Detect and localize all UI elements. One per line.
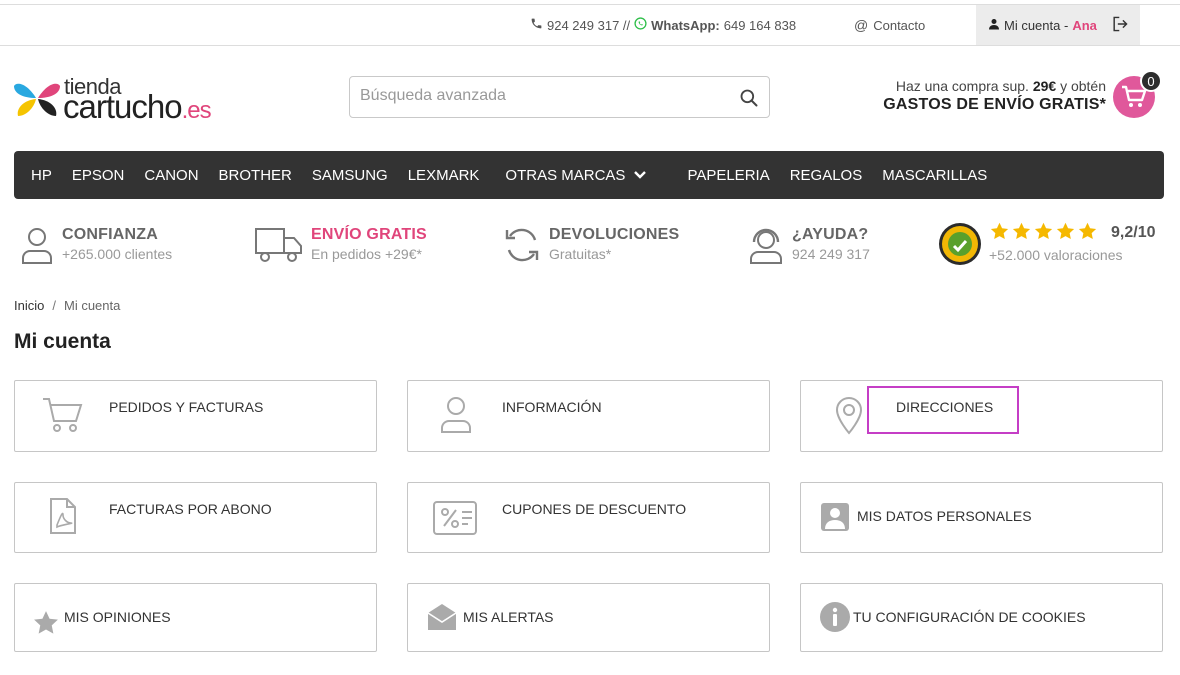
- rating-count: +52.000 valoraciones: [989, 247, 1123, 263]
- star-icon: [1034, 222, 1053, 240]
- star-icon: [1056, 222, 1075, 240]
- info-icon: [820, 602, 850, 632]
- feature-help: ¿AYUDA? 924 249 317: [748, 226, 870, 264]
- breadcrumb: Inicio / Mi cuenta: [14, 298, 120, 313]
- feature-help-sub[interactable]: 924 249 317: [792, 246, 870, 262]
- card-personal-data-label: MIS DATOS PERSONALES: [857, 508, 1032, 524]
- contact-label: Contacto: [873, 17, 926, 33]
- contact-link[interactable]: @ Contacto: [854, 17, 925, 33]
- feature-trust-sub: +265.000 clientes: [62, 246, 173, 262]
- star-icon: [34, 611, 58, 634]
- pdf-file-icon: [50, 498, 76, 534]
- feature-trust-title: CONFIANZA: [62, 226, 159, 243]
- feature-shipping: ENVÍO GRATIS En pedidos +29€*: [255, 226, 427, 264]
- shipping-text-pre: Haz una compra sup.: [895, 78, 1029, 94]
- card-reviews[interactable]: MIS OPINIONES: [14, 583, 377, 652]
- phone-number[interactable]: 924 249 317 //: [547, 18, 630, 33]
- search-box[interactable]: [349, 76, 770, 118]
- star-icon: [1012, 222, 1031, 240]
- feature-help-title: ¿AYUDA?: [792, 226, 869, 243]
- feature-trust: CONFIANZA +265.000 clientes: [20, 226, 172, 264]
- nav-item-other-brands[interactable]: OTRAS MARCAS: [505, 167, 647, 184]
- search-input[interactable]: [360, 77, 730, 115]
- star-icon: [1078, 222, 1097, 240]
- refresh-icon: [505, 228, 539, 262]
- cart-count-badge: 0: [1140, 70, 1162, 92]
- nav-other-brands-label: OTRAS MARCAS: [505, 166, 626, 184]
- nav-item-papeleria[interactable]: PAPELERIA: [687, 167, 769, 184]
- whatsapp-label: WhatsApp:: [651, 17, 720, 33]
- card-reviews-label: MIS OPINIONES: [64, 609, 171, 625]
- whatsapp-icon: [634, 17, 647, 33]
- feature-returns: DEVOLUCIONES Gratuitas*: [503, 226, 679, 264]
- person-icon: [22, 228, 52, 264]
- breadcrumb-separator: /: [52, 298, 56, 313]
- card-orders[interactable]: PEDIDOS Y FACTURAS: [14, 380, 377, 452]
- at-icon: @: [854, 17, 869, 33]
- card-orders-label: PEDIDOS Y FACTURAS: [109, 399, 264, 415]
- feature-returns-sub: Gratuitas*: [549, 246, 612, 262]
- person-icon: [441, 397, 471, 433]
- card-alerts-label: MIS ALERTAS: [463, 609, 554, 625]
- truck-icon: [255, 228, 302, 262]
- butterfly-logo-icon: [14, 83, 60, 116]
- logo-text-main: cartucho.es: [63, 88, 212, 125]
- card-cookies[interactable]: TU CONFIGURACIÓN DE COOKIES: [800, 583, 1163, 652]
- free-shipping-title: GASTOS DE ENVÍO GRATIS*: [883, 96, 1106, 113]
- account-label: Mi cuenta -: [1004, 17, 1069, 33]
- breadcrumb-current: Mi cuenta: [63, 298, 121, 313]
- shipping-text-post: y obtén: [1060, 78, 1106, 94]
- card-info-label: INFORMACIÓN: [502, 399, 602, 415]
- nav-item-epson[interactable]: EPSON: [72, 167, 125, 184]
- site-logo[interactable]: tienda cartucho.es: [14, 74, 244, 125]
- addresses-highlight-box: [867, 386, 1019, 434]
- rating-stars: [990, 222, 1097, 240]
- main-nav: HP EPSON CANON BROTHER SAMSUNG LEXMARK O…: [14, 151, 1164, 199]
- card-credit-slips-label: FACTURAS POR ABONO: [109, 501, 272, 517]
- logout-icon[interactable]: [1111, 16, 1129, 35]
- location-pin-icon: [835, 397, 863, 435]
- card-info[interactable]: INFORMACIÓN: [407, 380, 770, 452]
- card-credit-slips[interactable]: FACTURAS POR ABONO: [14, 482, 377, 553]
- nav-item-brother[interactable]: BROTHER: [219, 167, 292, 184]
- nav-item-mascarillas[interactable]: MASCARILLAS: [882, 167, 987, 184]
- star-icon: [990, 222, 1009, 240]
- shopping-cart-icon: [43, 398, 83, 432]
- logo-text-tld: .es: [181, 97, 212, 124]
- card-alerts[interactable]: MIS ALERTAS: [407, 583, 770, 652]
- card-vouchers-label: CUPONES DE DESCUENTO: [502, 501, 687, 517]
- nav-item-regalos[interactable]: REGALOS: [790, 167, 863, 184]
- search-icon[interactable]: [739, 88, 759, 113]
- feature-returns-title: DEVOLUCIONES: [549, 226, 680, 243]
- shipping-threshold: 29€: [1032, 78, 1057, 94]
- envelope-open-icon: [427, 604, 457, 630]
- whatsapp-number[interactable]: 649 164 838: [724, 18, 796, 33]
- breadcrumb-home[interactable]: Inicio: [14, 298, 44, 313]
- free-shipping-banner: Haz una compra sup. 29€ y obtén GASTOS D…: [883, 78, 1106, 114]
- card-personal-data[interactable]: MIS DATOS PERSONALES: [800, 482, 1163, 553]
- page-title: Mi cuenta: [14, 330, 111, 353]
- discount-coupon-icon: [433, 501, 477, 535]
- nav-item-lexmark[interactable]: LEXMARK: [408, 167, 480, 184]
- contact-phones: 924 249 317 // WhatsApp: 649 164 838: [530, 17, 796, 33]
- account-menu[interactable]: Mi cuenta - Ana: [976, 5, 1140, 45]
- card-vouchers[interactable]: CUPONES DE DESCUENTO: [407, 482, 770, 553]
- user-icon: [988, 18, 1000, 33]
- headset-icon: [750, 228, 782, 264]
- top-bar: 924 249 317 // WhatsApp: 649 164 838 @ C…: [0, 4, 1180, 46]
- id-card-icon: [821, 503, 849, 531]
- nav-item-samsung[interactable]: SAMSUNG: [312, 167, 388, 184]
- feature-shipping-title: ENVÍO GRATIS: [311, 226, 427, 243]
- phone-icon: [530, 17, 543, 33]
- card-cookies-label: TU CONFIGURACIÓN DE COOKIES: [853, 609, 1086, 625]
- ekomi-seal-icon: [939, 223, 981, 265]
- chevron-down-icon: [634, 171, 647, 179]
- nav-item-hp[interactable]: HP: [31, 167, 52, 184]
- account-username: Ana: [1072, 17, 1097, 33]
- feature-shipping-sub: En pedidos +29€*: [311, 246, 422, 262]
- rating-score: 9,2/10: [1111, 224, 1156, 241]
- nav-item-canon[interactable]: CANON: [144, 167, 198, 184]
